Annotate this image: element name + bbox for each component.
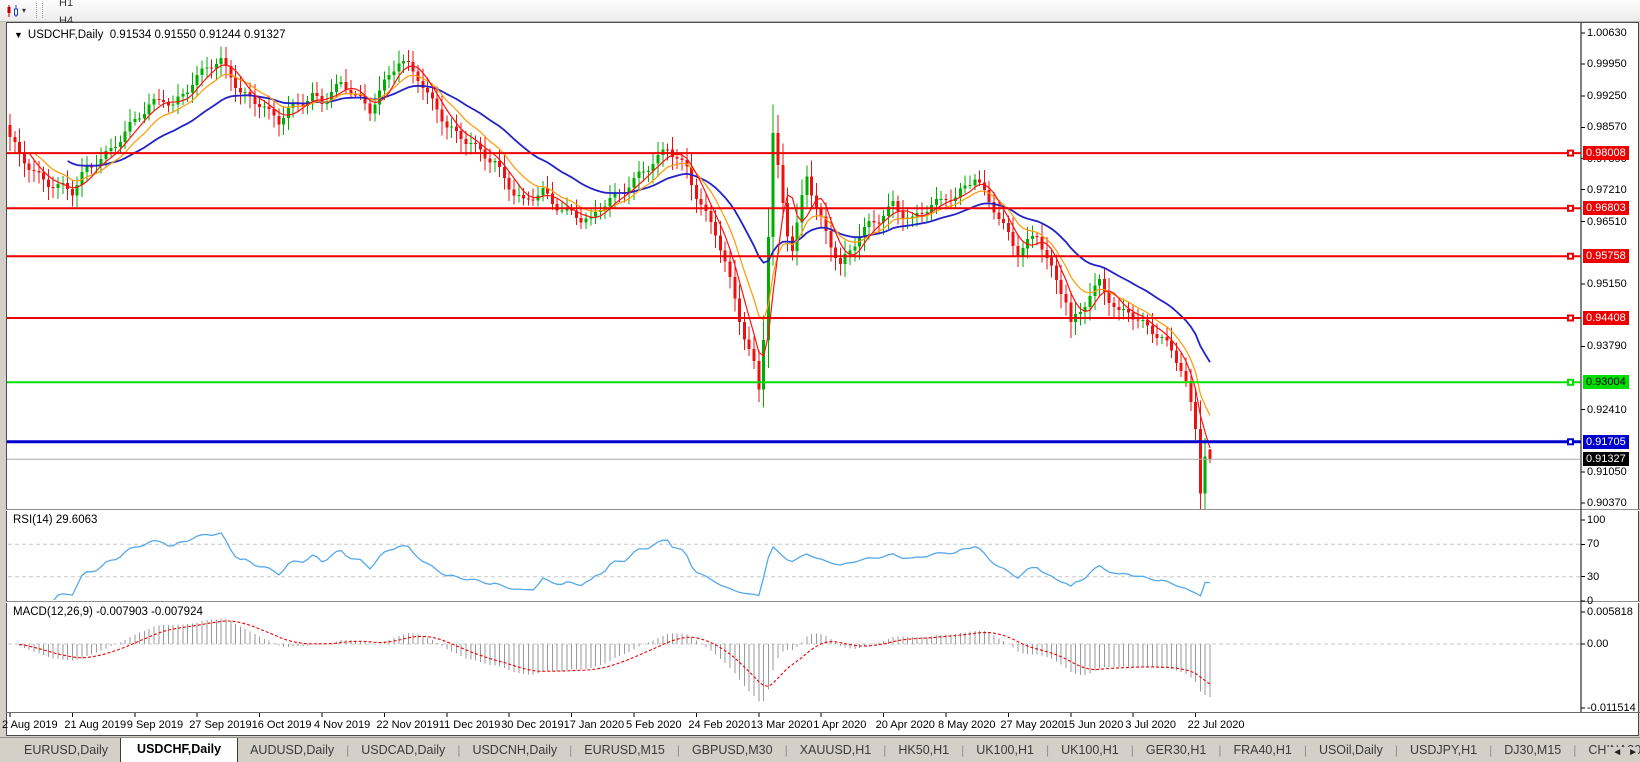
level-price-label: 0.91705	[1583, 434, 1629, 449]
date-label: 30 Dec 2019	[501, 719, 564, 731]
date-label: 4 Nov 2019	[314, 719, 371, 731]
date-label: 8 May 2020	[938, 719, 996, 731]
toolbar: ▾ M1M5M15M30H1H4D1W1MN	[0, 0, 1640, 96]
date-label: 27 Sep 2019	[189, 719, 252, 731]
rsi-axis-label: 30	[1587, 570, 1600, 583]
rsi-indicator-label: RSI(14) 29.6063	[13, 514, 98, 526]
rsi-axis-label: 70	[1587, 538, 1600, 551]
toolbar-grip[interactable]	[36, 3, 44, 18]
date-label: 16 Oct 2019	[251, 719, 312, 731]
price-axis-label: 0.97210	[1587, 183, 1627, 196]
tab-xauusd-h1[interactable]: XAUUSD,H1	[788, 739, 884, 762]
level-price-label: 0.96803	[1583, 201, 1629, 216]
date-label: 27 May 2020	[1000, 719, 1064, 731]
tab-audusd-daily[interactable]: AUDUSD,Daily	[238, 739, 346, 762]
tab-eurusd-m15[interactable]: EURUSD,M15	[572, 739, 677, 762]
price-axis-label: 0.99950	[1587, 58, 1627, 71]
chart-window[interactable]	[6, 22, 1639, 736]
timeframe-button-h1[interactable]: H1	[50, 0, 89, 12]
rsi-axis-label: 100	[1587, 514, 1606, 526]
date-label: 15 Jun 2020	[1062, 719, 1124, 731]
price-axis-label: 0.96510	[1587, 215, 1627, 228]
level-price-label: 0.98008	[1583, 146, 1629, 161]
tab-scroll-right-icon[interactable]: ►	[1628, 747, 1638, 758]
price-axis-label: 0.98570	[1587, 121, 1627, 134]
tab-scroll-buttons: ◄ ►	[1606, 747, 1638, 758]
chart-title: ▼ USDCHF,Daily 0.91534 0.91550 0.91244 0.…	[14, 29, 286, 41]
price-axis-label: 0.92410	[1587, 403, 1627, 416]
mt4-app: { "toolbar": { "timeframes": ["M1","M5",…	[0, 0, 1640, 762]
tab-usdcad-daily[interactable]: USDCAD,Daily	[349, 739, 457, 762]
tab-usdjpy-h1[interactable]: USDJPY,H1	[1398, 739, 1489, 762]
tab-eurusd-daily[interactable]: EURUSD,Daily	[12, 739, 120, 762]
chart-type-button[interactable]: ▾	[2, 2, 30, 19]
level-price-label: 0.94408	[1583, 311, 1629, 326]
date-label: 22 Jul 2020	[1187, 719, 1245, 731]
tab-ger30-h1[interactable]: GER30,H1	[1134, 739, 1218, 762]
date-label: 3 Jul 2020	[1125, 719, 1176, 731]
current-price-label: 0.91327	[1583, 452, 1629, 467]
tab-uk100-h1[interactable]: UK100,H1	[1049, 739, 1131, 762]
tab-hk50-h1[interactable]: HK50,H1	[886, 739, 961, 762]
price-axis-label: 0.95150	[1587, 278, 1627, 291]
tab-usdcnh-daily[interactable]: USDCNH,Daily	[460, 739, 569, 762]
tab-usdchf-daily[interactable]: USDCHF,Daily	[120, 738, 239, 762]
date-label: 1 Apr 2020	[813, 719, 867, 731]
date-label: 13 Mar 2020	[750, 719, 813, 731]
tab-bar: EURUSD,Daily USDCHF,Daily AUDUSD,Daily | USD…	[0, 737, 1640, 762]
macd-indicator-label: MACD(12,26,9) -0.007903 -0.007924	[13, 606, 203, 618]
date-label: 22 Nov 2019	[376, 719, 439, 731]
date-label: 20 Apr 2020	[875, 719, 935, 731]
macd-axis-label: -0.011514	[1587, 701, 1636, 714]
macd-axis-label: 0.00	[1587, 638, 1609, 650]
candlestick-chart-icon	[6, 4, 20, 18]
price-axis-label: 0.93790	[1587, 340, 1627, 353]
tab-scroll-left-icon[interactable]: ◄	[1612, 747, 1622, 758]
tab-gbpusd-m30[interactable]: GBPUSD,M30	[680, 739, 785, 762]
date-label: 21 Aug 2019	[64, 719, 127, 731]
price-axis-label: 0.99250	[1587, 90, 1627, 103]
tab-uk100-h1[interactable]: UK100,H1	[964, 739, 1046, 762]
tab-usoil-daily[interactable]: USOil,Daily	[1307, 739, 1395, 762]
price-axis-label: 0.90370	[1587, 497, 1627, 509]
price-axis-label: 0.91050	[1587, 465, 1627, 478]
ohlc-values: 0.91534 0.91550 0.91244 0.91327	[109, 29, 286, 41]
tab-fra40-h1[interactable]: FRA40,H1	[1221, 739, 1303, 762]
price-axis-label: 1.00630	[1587, 27, 1627, 39]
symbol-period-label: USDCHF,Daily	[27, 29, 104, 41]
macd-axis-label: 0.005818	[1587, 605, 1633, 618]
date-label: 5 Feb 2020	[626, 719, 682, 731]
date-label: 24 Feb 2020	[688, 719, 751, 731]
level-price-label: 0.93004	[1583, 375, 1629, 390]
date-label: 2 Aug 2019	[2, 719, 58, 731]
date-label: 11 Dec 2019	[438, 719, 501, 731]
date-label: 17 Jan 2020	[563, 719, 625, 731]
chevron-down-icon: ▾	[22, 6, 27, 15]
date-label: 9 Sep 2019	[126, 719, 184, 731]
collapse-arrow-icon: ▼	[14, 30, 23, 40]
tab-dj30-m15[interactable]: DJ30,M15	[1492, 739, 1573, 762]
level-price-label: 0.95758	[1583, 249, 1629, 264]
